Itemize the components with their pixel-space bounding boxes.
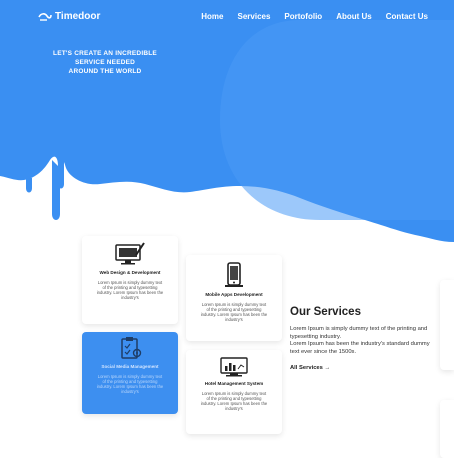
side-card-partial (440, 280, 454, 370)
hero-background (0, 0, 454, 242)
hero-line-2: SERVICE NEEDED (74, 59, 136, 66)
services-heading: Our Services (290, 306, 361, 318)
our-services-section: Our Services Lorem Ipsum is simply dummy… (290, 306, 440, 371)
service-card-web-design[interactable]: Web Design & Development Lorem Ipsum is … (82, 236, 178, 324)
card-title: Hotel Management System (204, 381, 264, 386)
service-card-social-media[interactable]: Social Media Management Lorem Ipsum is s… (82, 332, 178, 414)
card-title: Mobile Apps Development (205, 292, 263, 297)
logo-text: Timedoor (55, 11, 101, 22)
dashboard-chart-icon (220, 357, 248, 377)
nav-link-about-us[interactable]: About Us (336, 12, 372, 21)
logo-icon (38, 12, 52, 21)
card-description: Lorem Ipsum is simply dummy text of the … (96, 374, 164, 394)
brand-logo[interactable]: Timedoor (38, 11, 100, 22)
services-description: Lorem Ipsum is simply dummy text of the … (290, 326, 440, 356)
side-card-partial (440, 400, 454, 458)
clipboard-settings-icon (121, 337, 142, 359)
nav-link-services[interactable]: Services (238, 12, 271, 21)
hero-line-1: LET'S CREATE AN INCREDIBLE (53, 50, 157, 57)
card-description: Lorem Ipsum is simply dummy text of the … (200, 302, 268, 322)
top-navbar: Timedoor Home Services Portofolio About … (0, 0, 454, 34)
nav-link-portofolio[interactable]: Portofolio (284, 12, 322, 21)
service-card-mobile-apps[interactable]: Mobile Apps Development Lorem Ipsum is s… (186, 255, 282, 341)
services-para-1: Lorem Ipsum is simply dummy text of the … (290, 326, 428, 340)
card-title: Web Design & Development (99, 270, 161, 275)
hero-headline: LET'S CREATE AN INCREDIBLE SERVICE NEEDE… (40, 49, 170, 76)
card-description: Lorem Ipsum is simply dummy text of the … (200, 391, 268, 411)
service-card-hotel-management[interactable]: Hotel Management System Lorem Ipsum is s… (186, 350, 282, 434)
hero-line-3: AROUND THE WORLD (68, 68, 142, 75)
monitor-pen-icon (115, 242, 145, 265)
card-title: Social Media Management (101, 364, 159, 369)
mobile-phone-icon (225, 262, 243, 287)
nav-link-contact-us[interactable]: Contact Us (386, 12, 428, 21)
card-description: Lorem Ipsum is simply dummy text of the … (96, 280, 164, 300)
hero-section: Timedoor Home Services Portofolio About … (0, 0, 454, 260)
all-services-link[interactable]: All Services → (290, 365, 440, 371)
services-para-2: Lorem Ipsum has been the industry's stan… (290, 341, 430, 355)
nav-link-home[interactable]: Home (201, 12, 223, 21)
nav-links: Home Services Portofolio About Us Contac… (201, 12, 428, 21)
